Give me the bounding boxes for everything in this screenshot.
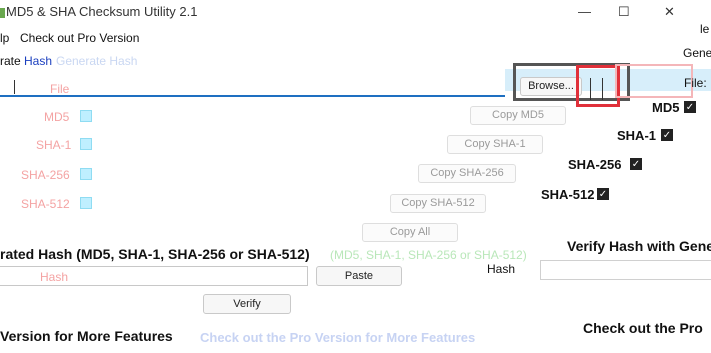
- sha512-label-right: SHA-512: [541, 187, 595, 202]
- sha256-checkbox[interactable]: ✓: [630, 158, 642, 170]
- copy-all-button[interactable]: Copy All: [362, 223, 458, 242]
- app-icon: [0, 8, 5, 18]
- file-label: File: [50, 82, 70, 96]
- copy-sha1-button[interactable]: Copy SHA-1: [447, 135, 543, 154]
- verify-section-header: rated Hash (MD5, SHA-1, SHA-256 or SHA-5…: [0, 246, 310, 262]
- sha1-label-right: SHA-1: [617, 128, 657, 143]
- browse-overlap-line: [590, 78, 591, 100]
- browse-highlight-box: [576, 65, 620, 107]
- help-menu-fragment[interactable]: lp: [0, 31, 9, 45]
- minimize-icon[interactable]: —: [578, 4, 591, 19]
- file-label-right: File:: [684, 76, 707, 90]
- sha512-checkbox-ghost: [80, 197, 92, 209]
- pro-version-menu-item[interactable]: Check out Pro Version: [20, 31, 139, 45]
- browse-button[interactable]: Browse...: [520, 77, 582, 96]
- sha512-label: SHA-512: [21, 197, 70, 211]
- footer-pro-link-right[interactable]: Check out the Pro: [583, 320, 703, 336]
- maximize-icon[interactable]: ☐: [618, 4, 630, 20]
- browse-highlight-box-pale: [615, 64, 693, 98]
- tab-generate-fragment[interactable]: rate: [0, 54, 21, 68]
- sha1-checkbox[interactable]: ✓: [661, 129, 673, 141]
- tab-generate-right-fragment[interactable]: Gene: [683, 46, 711, 60]
- sha512-checkbox[interactable]: ✓: [597, 188, 609, 200]
- hash-input[interactable]: [0, 266, 308, 286]
- sha256-label-right: SHA-256: [568, 157, 622, 172]
- verify-section-header-ghost: (MD5, SHA-1, SHA-256 or SHA-512): [330, 248, 527, 262]
- file-input-left-edge: [14, 80, 15, 94]
- hash-input-right[interactable]: [540, 260, 711, 280]
- hash-label: Hash: [487, 262, 516, 276]
- file-input-underline: [0, 95, 505, 97]
- verify-header-right: Verify Hash with Gene: [567, 238, 711, 254]
- sha1-label: SHA-1: [36, 138, 72, 152]
- copy-sha256-button[interactable]: Copy SHA-256: [418, 164, 516, 183]
- copy-md5-button[interactable]: Copy MD5: [470, 106, 566, 125]
- tab-generate-hash[interactable]: Hash: [24, 54, 52, 68]
- window-title-fragment-right: le: [700, 22, 710, 36]
- window-title: MD5 & SHA Checksum Utility 2.1: [6, 4, 198, 19]
- close-icon[interactable]: ✕: [664, 4, 675, 20]
- md5-checkbox[interactable]: ✓: [684, 101, 696, 113]
- md5-label: MD5: [44, 110, 70, 124]
- sha256-label: SHA-256: [21, 168, 70, 182]
- md5-label-right: MD5: [652, 100, 680, 115]
- footer-pro-link-ghost[interactable]: Check out the Pro Version for More Featu…: [200, 330, 475, 345]
- sha256-checkbox-ghost: [80, 168, 92, 180]
- paste-button[interactable]: Paste: [316, 266, 402, 286]
- md5-checkbox-ghost: [80, 110, 92, 122]
- footer-pro-link-left[interactable]: Version for More Features: [0, 328, 173, 344]
- sha1-checkbox-ghost: [80, 138, 92, 150]
- verify-button[interactable]: Verify: [203, 294, 291, 314]
- browse-overlap-line-2: [602, 78, 603, 100]
- tab-generate-ghost: Generate Hash: [56, 54, 138, 68]
- copy-sha512-button[interactable]: Copy SHA-512: [390, 194, 486, 213]
